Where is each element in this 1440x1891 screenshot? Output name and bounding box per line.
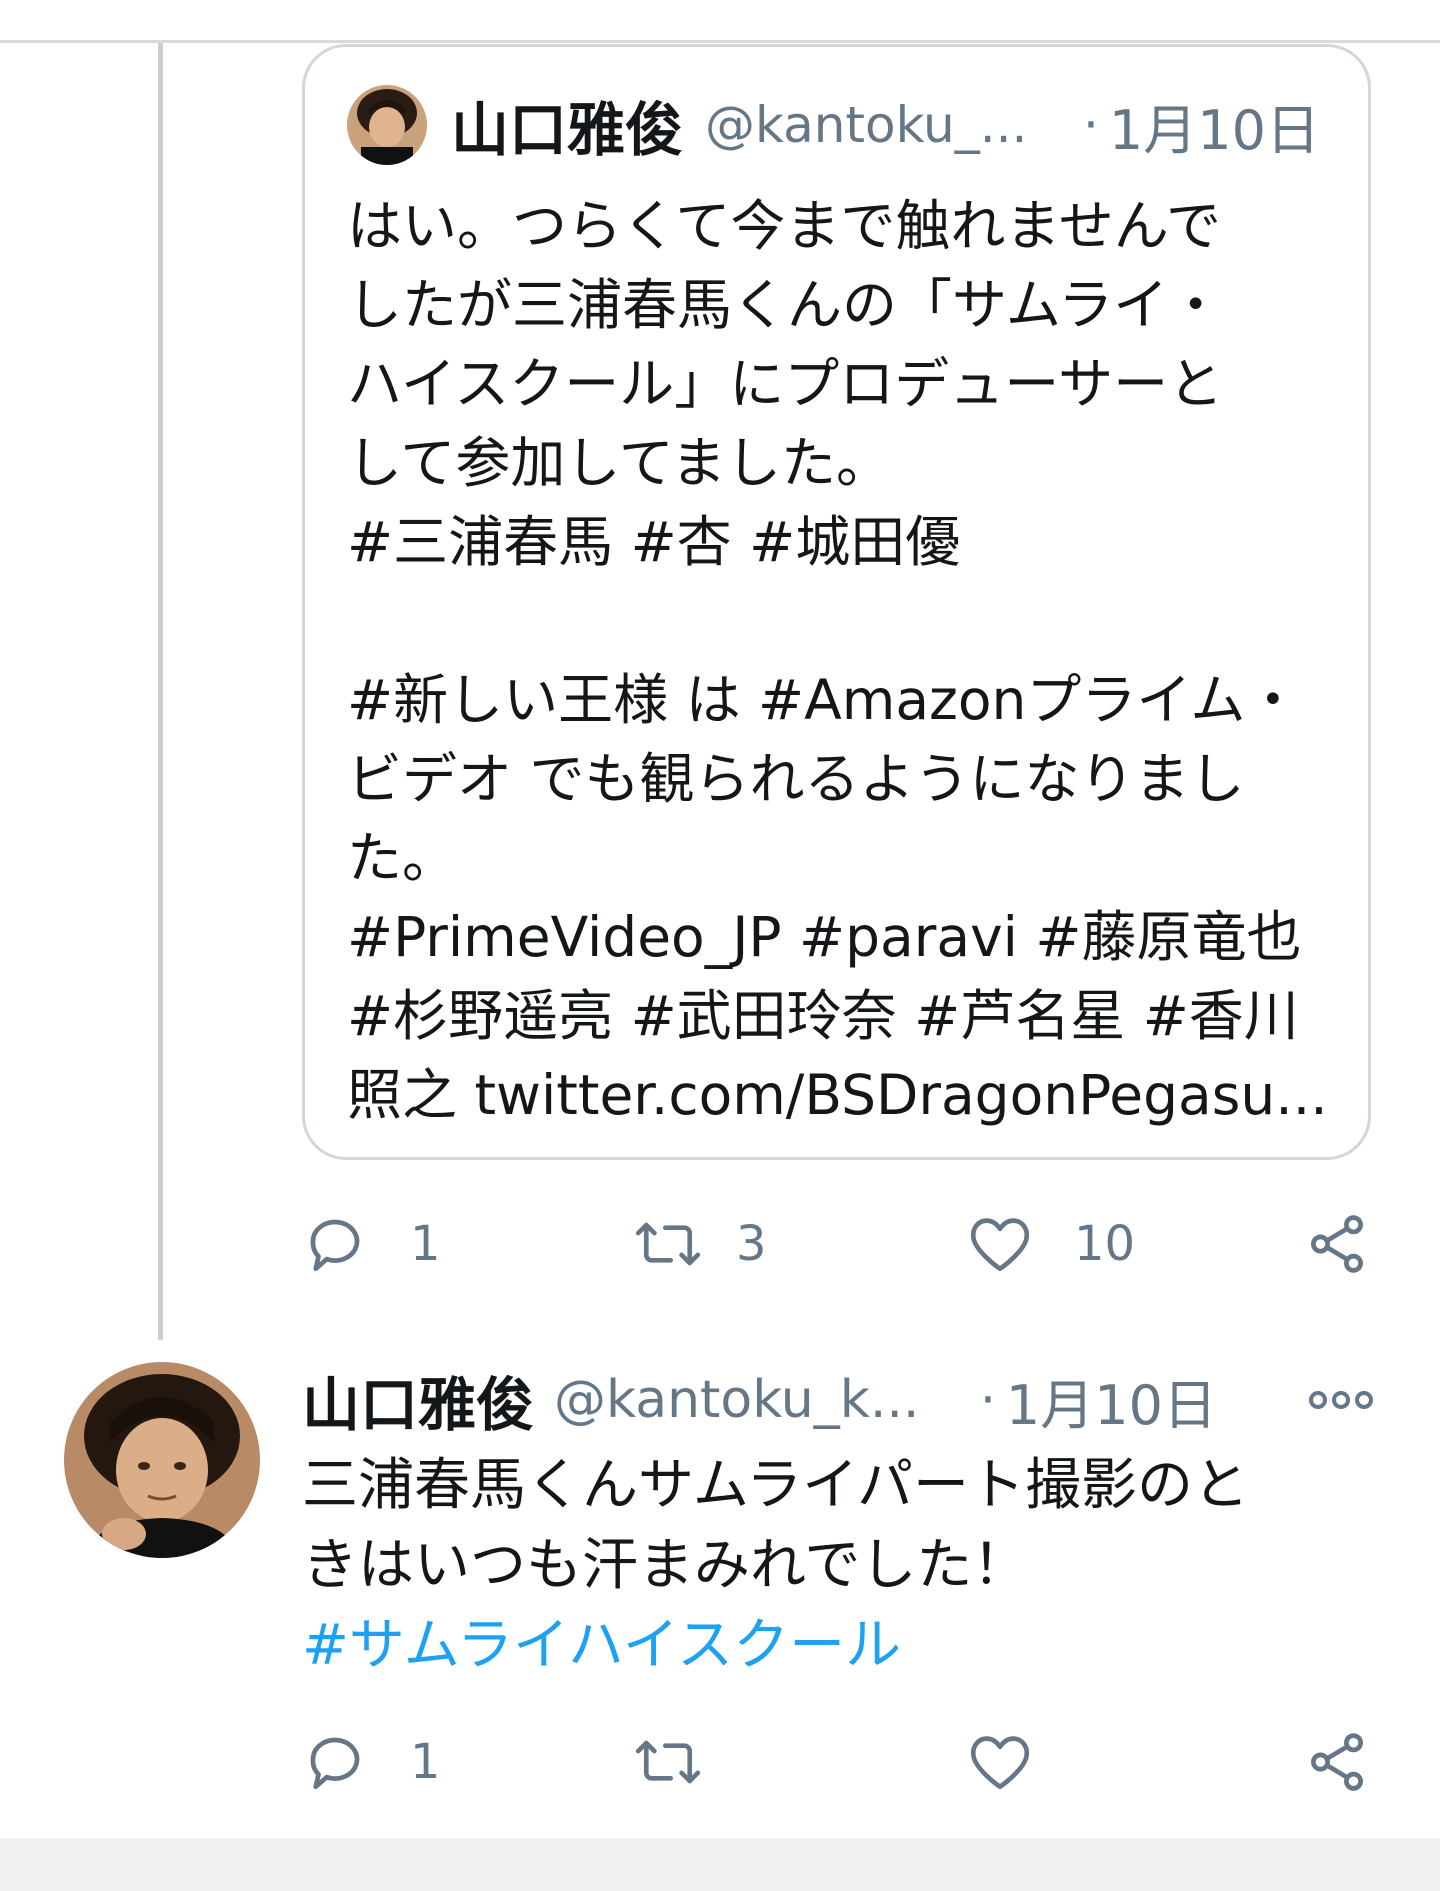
quoted-tweet-line: #新しい王様 は #Amazonプライム・ (347, 668, 1301, 732)
tweet-hashtag-link[interactable]: #サムライハイスクール (302, 1606, 1362, 1686)
retweet-icon (630, 1211, 706, 1277)
tweet-text: 三浦春馬くんサムライパート撮影のと きはいつも汗まみれでした！ #サムライハイス… (302, 1446, 1362, 1686)
quoted-tweet-date[interactable]: 1月10日 (1109, 86, 1320, 165)
share-icon (1304, 1211, 1370, 1277)
quoted-tweet-hashtag-line[interactable]: #杉野遥亮 #武田玲奈 #芦名星 #香川 (347, 977, 1337, 1056)
retweet-icon (630, 1729, 706, 1795)
reply-count: 1 (410, 1734, 441, 1790)
quoted-tweet-line: ハイスクール」にプロデューサーと (347, 352, 1224, 416)
quoted-tweet-link-line[interactable]: 照之 twitter.com/BSDragonPegasu... (347, 1056, 1337, 1135)
quoted-tweet-line: して参加してました。 (347, 431, 891, 495)
share-icon (1304, 1729, 1370, 1795)
reply-count: 1 (410, 1216, 441, 1272)
quoted-tweet-text: はい。つらくて今まで触れませんで したが三浦春馬くんの「サムライ・ ハイスクール… (347, 187, 1337, 1135)
tweet-handle[interactable]: @kantoku_k... (554, 1370, 944, 1430)
tweet-display-name[interactable]: 山口雅俊 (302, 1358, 534, 1442)
heart-icon (966, 1729, 1034, 1795)
tweet-separator: · (980, 1371, 996, 1429)
retweet-button[interactable] (630, 1722, 706, 1802)
tweet-header: 山口雅俊 @kantoku_k... · 1月10日 (302, 1360, 1382, 1440)
quoted-tweet-blank-line (347, 582, 1337, 661)
top-divider (0, 40, 1440, 43)
quoted-tweet-line: た。 (347, 826, 458, 890)
share-button[interactable] (1304, 1722, 1370, 1802)
quoted-tweet-card[interactable]: 山口雅俊 @kantoku_... · 1月10日 はい。つらくて今まで触れませ… (302, 44, 1371, 1160)
share-button[interactable] (1304, 1204, 1370, 1284)
quoted-tweet-avatar[interactable] (347, 85, 427, 165)
tweet-line: きはいつも汗まみれでした！ (302, 1533, 1029, 1598)
tweet-avatar[interactable] (64, 1362, 260, 1558)
quoted-tweet-hashtag-line[interactable]: #PrimeVideo_JP #paravi #藤原竜也 (347, 898, 1337, 977)
quoted-tweet-line: ビデオ でも観られるようになりまし (347, 747, 1245, 811)
quoted-tweet-action-bar: 1 3 10 (302, 1204, 1382, 1284)
more-icon[interactable] (1306, 1380, 1376, 1420)
thread-connector-line (158, 43, 163, 1340)
reply-icon (302, 1211, 368, 1277)
like-button[interactable]: 10 (966, 1204, 1135, 1284)
retweet-button[interactable]: 3 (630, 1204, 767, 1284)
quoted-tweet-header: 山口雅俊 @kantoku_... · 1月10日 (347, 85, 1337, 165)
like-button[interactable] (966, 1722, 1034, 1802)
heart-icon (966, 1211, 1034, 1277)
tweet-date[interactable]: 1月10日 (1006, 1361, 1217, 1440)
reply-button[interactable]: 1 (302, 1722, 441, 1802)
reply-button[interactable]: 1 (302, 1204, 441, 1284)
quoted-tweet-line: はい。つらくて今まで触れませんで (347, 194, 1221, 258)
like-count: 10 (1074, 1216, 1136, 1272)
quoted-tweet-handle[interactable]: @kantoku_... (705, 96, 1045, 154)
tweet-line: 三浦春馬くんサムライパート撮影のと (302, 1453, 1249, 1518)
quoted-tweet-display-name[interactable]: 山口雅俊 (451, 83, 683, 167)
quoted-tweet-line: したが三浦春馬くんの「サムライ・ (347, 273, 1224, 337)
quoted-tweet-hashtag-line[interactable]: #三浦春馬 #杏 #城田優 (347, 503, 1337, 582)
retweet-count: 3 (736, 1216, 767, 1272)
bottom-divider-strip (0, 1838, 1440, 1891)
quoted-tweet-separator: · (1083, 96, 1099, 154)
reply-icon (302, 1729, 368, 1795)
tweet-action-bar: 1 (302, 1722, 1382, 1802)
